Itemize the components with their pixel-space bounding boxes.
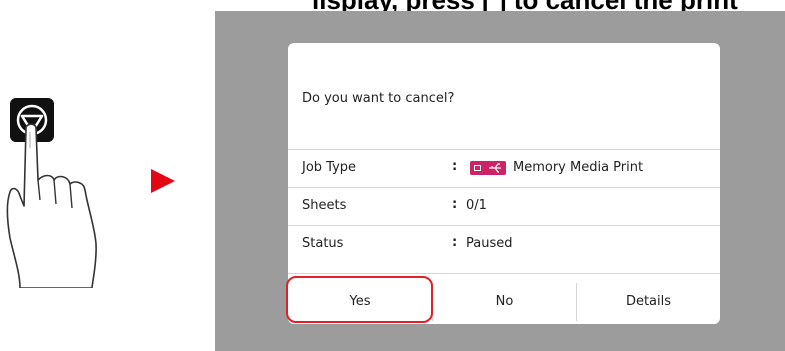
status-label: Status [302,236,344,251]
divider [288,273,720,274]
status-value: Paused [466,236,513,251]
sheets-separator: : [452,197,458,212]
status-separator: : [452,235,458,250]
details-button[interactable]: Details [577,279,720,324]
no-button[interactable]: No [433,279,576,324]
memory-media-icon [470,161,506,175]
instruction-figure: lisplay, press [ ] to cancel the print D… [0,0,785,351]
job-type-row: Job Type : Memory Media Print [288,150,720,186]
dialog-message: Do you want to cancel? [302,91,455,106]
job-type-value: Memory Media Print [513,160,644,175]
play-arrow-icon [151,169,175,198]
job-type-label: Job Type [302,160,357,175]
hand-pressing-icon [6,98,97,289]
hand-pressing-stop-illustration [0,88,110,293]
job-type-separator: : [452,159,458,174]
sheets-value: 0/1 [466,198,487,213]
sheets-row: Sheets : 0/1 [288,188,720,224]
sheets-label: Sheets [302,198,347,213]
status-row: Status : Paused [288,226,720,262]
yes-button-highlight [286,276,433,323]
